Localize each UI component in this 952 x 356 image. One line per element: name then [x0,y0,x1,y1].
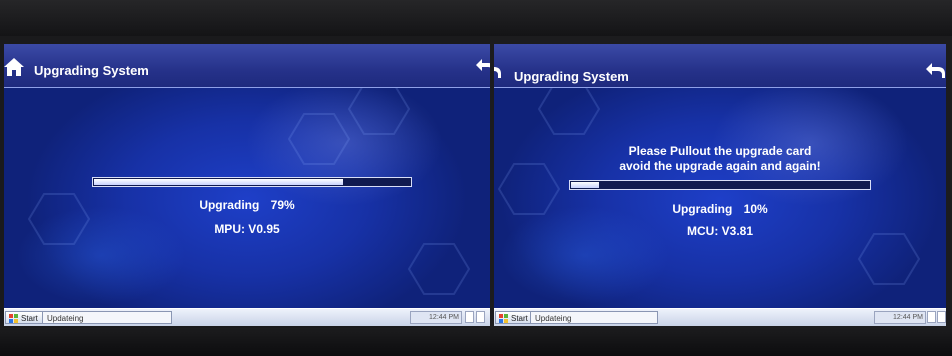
taskbar: Start Updateing 12:44 PM [494,308,946,326]
title-bar: Upgrading System [494,44,946,88]
notice-message: Please Pullout the upgrade card avoid th… [494,144,946,174]
windows-flag-icon [9,314,18,323]
back-icon[interactable] [494,60,502,80]
upgrade-status: Upgrading 79% [4,198,490,212]
progress-fill [94,179,344,185]
start-label: Start [21,314,38,323]
upgrade-status: Upgrading 10% [494,202,946,216]
start-button[interactable]: Start [495,311,533,324]
device-bezel-top [490,0,952,36]
system-tray: 12:44 PM [410,311,462,324]
progress-bar [569,180,871,190]
right-screen: Upgrading System Please Pullout the upgr… [494,44,946,326]
start-label: Start [511,314,528,323]
firmware-version: MPU: V0.95 [214,222,280,236]
status-label: Upgrading [199,198,260,212]
device-bezel-top [0,0,490,36]
taskbar-item-updating[interactable]: Updateing [42,311,172,324]
taskbar: Start Updateing 12:44 PM [4,308,490,326]
windows-flag-icon [499,314,508,323]
tray-button[interactable] [476,311,485,323]
tray-clock: 12:44 PM [429,314,459,321]
status-percent: 79% [270,198,295,212]
status-label: Upgrading [672,202,733,216]
page-title: Upgrading System [514,69,629,84]
device-bezel-bottom [490,328,952,356]
page-title: Upgrading System [34,63,149,78]
taskbar-item-updating[interactable]: Updateing [530,311,658,324]
progress-bar [92,177,412,187]
back-icon[interactable] [474,56,490,76]
system-tray: 12:44 PM [874,311,926,324]
tray-button[interactable] [927,311,936,323]
right-photo: Upgrading System Please Pullout the upgr… [490,0,952,356]
start-button[interactable]: Start [5,311,43,324]
back-icon[interactable] [924,60,946,80]
tray-button[interactable] [937,311,946,323]
status-percent: 10% [743,202,768,216]
notice-line: Please Pullout the upgrade card [628,144,812,158]
notice-line: avoid the upgrade again and again! [619,159,821,173]
home-icon[interactable] [4,56,24,78]
left-photo: Upgrading System Upgrading 79% MPU: V0.9… [0,0,490,356]
left-screen: Upgrading System Upgrading 79% MPU: V0.9… [4,44,490,326]
tray-clock: 12:44 PM [893,314,923,321]
title-bar: Upgrading System [4,44,490,88]
device-bezel-bottom [0,328,490,356]
firmware-version: MCU: V3.81 [686,224,754,238]
progress-fill [571,182,599,188]
tray-button[interactable] [465,311,474,323]
